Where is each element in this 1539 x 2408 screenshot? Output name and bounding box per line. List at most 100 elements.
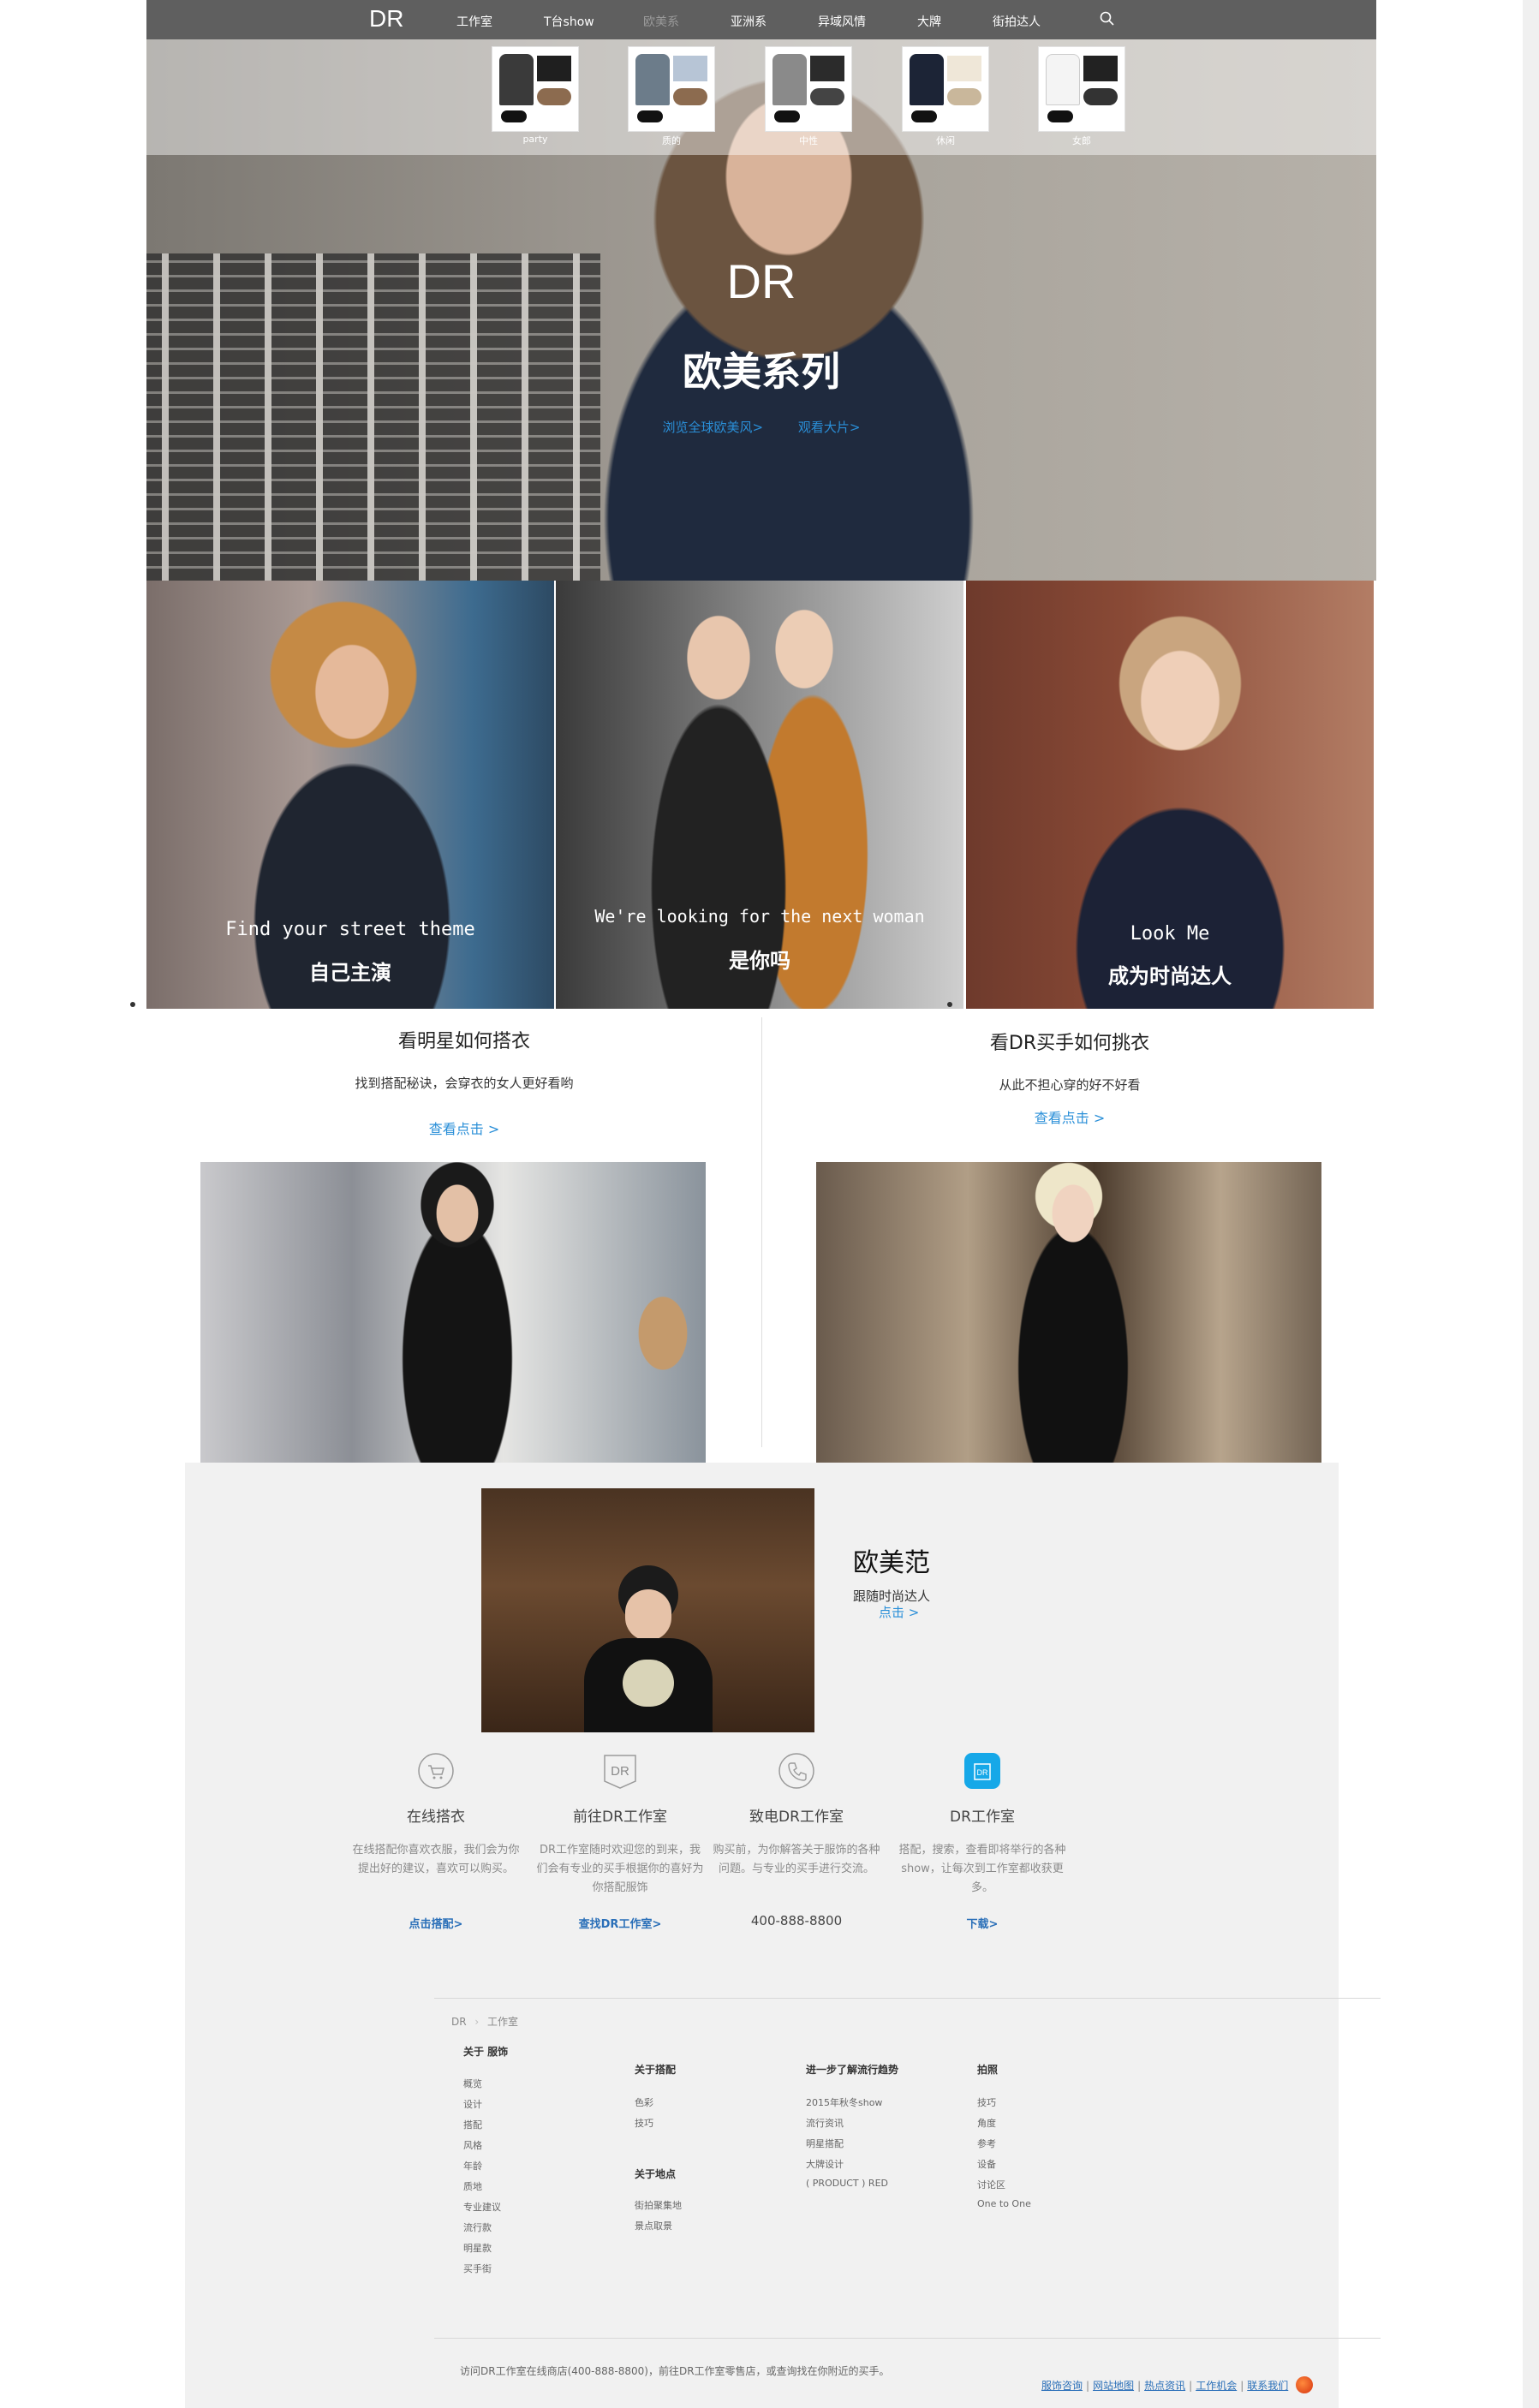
feature-title: 欧美范: [853, 1548, 930, 1578]
carousel-dot[interactable]: [130, 1002, 135, 1007]
footer-divider-top: [434, 1998, 1381, 1999]
tile-caption-cn: 是你吗: [729, 949, 790, 973]
model-face: [625, 1589, 671, 1641]
carousel-dot[interactable]: [947, 1002, 952, 1007]
footer-col-head: 关于 服饰: [463, 2046, 509, 2058]
footer-link[interactable]: 参考: [977, 2137, 996, 2150]
category-thumb-lady[interactable]: [1038, 46, 1125, 132]
service-desc-call: 购买前，为你解答关于服饰的各种问题。与专业的买手进行交流。: [713, 1844, 880, 1875]
buyer-pick-title: 看DR买手如何挑衣: [989, 1033, 1150, 1054]
footer-links: 服饰咨询 | 网站地图 | 热点资讯 | 工作机会 | 联系我们: [1041, 2380, 1289, 2392]
category-thumb-label: 休闲: [936, 135, 955, 146]
feature-subtitle: 跟随时尚达人: [853, 1588, 931, 1604]
app-icon[interactable]: DR: [963, 1752, 1001, 1790]
breadcrumb-studio[interactable]: 工作室: [487, 2016, 518, 2028]
nav-item-western[interactable]: 欧美系: [643, 13, 679, 30]
nav-item-asian[interactable]: 亚洲系: [731, 13, 767, 30]
footer-link[interactable]: 明星搭配: [806, 2137, 844, 2150]
service-title-call: 致电DR工作室: [749, 1809, 844, 1826]
buyer-pick-link[interactable]: 查看点击 >: [813, 1106, 1327, 1127]
category-thumb-party[interactable]: [492, 46, 579, 132]
footer-link-contact[interactable]: 联系我们: [1247, 2380, 1288, 2392]
skull-print: [623, 1660, 674, 1707]
service-link-online[interactable]: 点击搭配>: [342, 1915, 530, 1931]
stars-outfit-subtitle: 找到搭配秘诀，会穿衣的女人更好看哟: [355, 1076, 574, 1091]
footer-link[interactable]: 色彩: [635, 2095, 653, 2109]
svg-text:DR: DR: [611, 1764, 629, 1779]
service-phone-number[interactable]: 400-888-8800: [702, 1913, 891, 1928]
breadcrumb: DR › 工作室: [451, 2014, 518, 2029]
promo-tile-street-theme[interactable]: Find your street theme 自己主演: [146, 581, 554, 1009]
nav-item-exotic[interactable]: 异域风情: [818, 13, 866, 30]
tile-caption-en: Look Me: [1130, 923, 1210, 945]
category-thumb-bar: party 质的 中性 休闲 女郎: [146, 39, 1376, 155]
footer-link-sitemap[interactable]: 网站地图: [1093, 2380, 1134, 2392]
footer-link-jobs[interactable]: 工作机会: [1196, 2380, 1237, 2392]
footer-link[interactable]: ( PRODUCT ) RED: [806, 2178, 888, 2189]
nav-item-studio[interactable]: 工作室: [456, 13, 492, 30]
nav-logo[interactable]: DR: [369, 5, 403, 33]
footer-link-consult[interactable]: 服饰咨询: [1041, 2380, 1083, 2392]
service-desc-visit: DR工作室随时欢迎您的到来，我们会有专业的买手根据你的喜好为你搭配服饰: [536, 1844, 704, 1894]
footer-link[interactable]: 角度: [977, 2116, 996, 2130]
top-nav: DR 工作室 T台show 欧美系 亚洲系 异域风情 大牌 街拍达人: [146, 0, 1376, 39]
footer-link[interactable]: 流行资讯: [806, 2116, 844, 2130]
footer-link[interactable]: 大牌设计: [806, 2157, 844, 2171]
footer-link[interactable]: 街拍聚集地: [635, 2198, 682, 2212]
weibo-icon[interactable]: [1296, 2376, 1313, 2393]
footer-link[interactable]: 搭配: [463, 2118, 482, 2131]
svg-text:DR: DR: [977, 1768, 988, 1777]
footer-link[interactable]: 讨论区: [977, 2178, 1005, 2191]
category-thumb-quality[interactable]: [628, 46, 715, 132]
tile-image: [146, 581, 554, 1009]
footer-col-head: 拍照: [977, 2064, 999, 2076]
page-scrollbar[interactable]: [1523, 0, 1539, 2408]
phone-icon[interactable]: [778, 1752, 815, 1790]
service-title-app: DR工作室: [950, 1809, 1015, 1826]
category-thumb-neutral[interactable]: [765, 46, 852, 132]
footer-col-head: 关于地点: [635, 2168, 677, 2180]
footer-link[interactable]: 景点取景: [635, 2219, 672, 2232]
feature-photo[interactable]: [481, 1488, 814, 1732]
cart-icon[interactable]: [417, 1752, 455, 1790]
feature-link[interactable]: 点击 >: [879, 1603, 919, 1621]
star-street-photo[interactable]: [200, 1162, 706, 1464]
search-icon[interactable]: [1099, 10, 1116, 27]
footer-link[interactable]: 专业建议: [463, 2200, 501, 2214]
service-link-app[interactable]: 下载>: [888, 1915, 1077, 1931]
breadcrumb-home[interactable]: DR: [451, 2016, 467, 2028]
footer-link[interactable]: 风格: [463, 2138, 482, 2152]
footer-link[interactable]: 质地: [463, 2179, 482, 2193]
promo-tile-look-me[interactable]: Look Me 成为时尚达人: [966, 581, 1374, 1009]
footer-link[interactable]: 买手街: [463, 2262, 492, 2275]
hero-links: 浏览全球欧美风> 观看大片>: [146, 418, 1376, 436]
footer-link[interactable]: 流行款: [463, 2220, 492, 2234]
footer-link[interactable]: 设备: [977, 2157, 996, 2171]
service-link-visit[interactable]: 查找DR工作室>: [526, 1915, 714, 1931]
footer-link[interactable]: 设计: [463, 2097, 482, 2111]
stars-outfit-title: 看明星如何搭衣: [397, 1031, 530, 1052]
footer-link[interactable]: 技巧: [635, 2116, 653, 2130]
nav-item-street[interactable]: 街拍达人: [993, 13, 1041, 30]
promo-tile-next-woman[interactable]: We're looking for the next woman 是你吗: [556, 581, 963, 1009]
footer-link[interactable]: 2015年秋冬show: [806, 2095, 882, 2109]
footer-link[interactable]: 明星款: [463, 2241, 492, 2255]
hero-link-browse[interactable]: 浏览全球欧美风>: [663, 420, 764, 435]
service-title-visit: 前往DR工作室: [573, 1809, 667, 1826]
footer-link[interactable]: One to One: [977, 2198, 1031, 2209]
nav-item-tshow[interactable]: T台show: [544, 13, 594, 30]
dr-logo-icon[interactable]: DR: [601, 1752, 639, 1790]
stars-outfit-link[interactable]: 查看点击 >: [207, 1118, 721, 1138]
category-thumb-casual[interactable]: [902, 46, 989, 132]
footer-link[interactable]: 概览: [463, 2077, 482, 2090]
footer-link[interactable]: 年龄: [463, 2159, 482, 2173]
footer-link[interactable]: 技巧: [977, 2095, 996, 2109]
hero-link-video[interactable]: 观看大片>: [798, 420, 861, 435]
nav-item-brands[interactable]: 大牌: [917, 13, 941, 30]
tile-caption-cn: 自己主演: [309, 961, 391, 985]
buyer-street-photo[interactable]: [816, 1162, 1321, 1464]
hero-title: 欧美系列: [683, 349, 840, 395]
service-title-online: 在线搭衣: [407, 1809, 465, 1826]
footer-divider-bottom: [434, 2338, 1381, 2339]
footer-link-news[interactable]: 热点资讯: [1144, 2380, 1185, 2392]
